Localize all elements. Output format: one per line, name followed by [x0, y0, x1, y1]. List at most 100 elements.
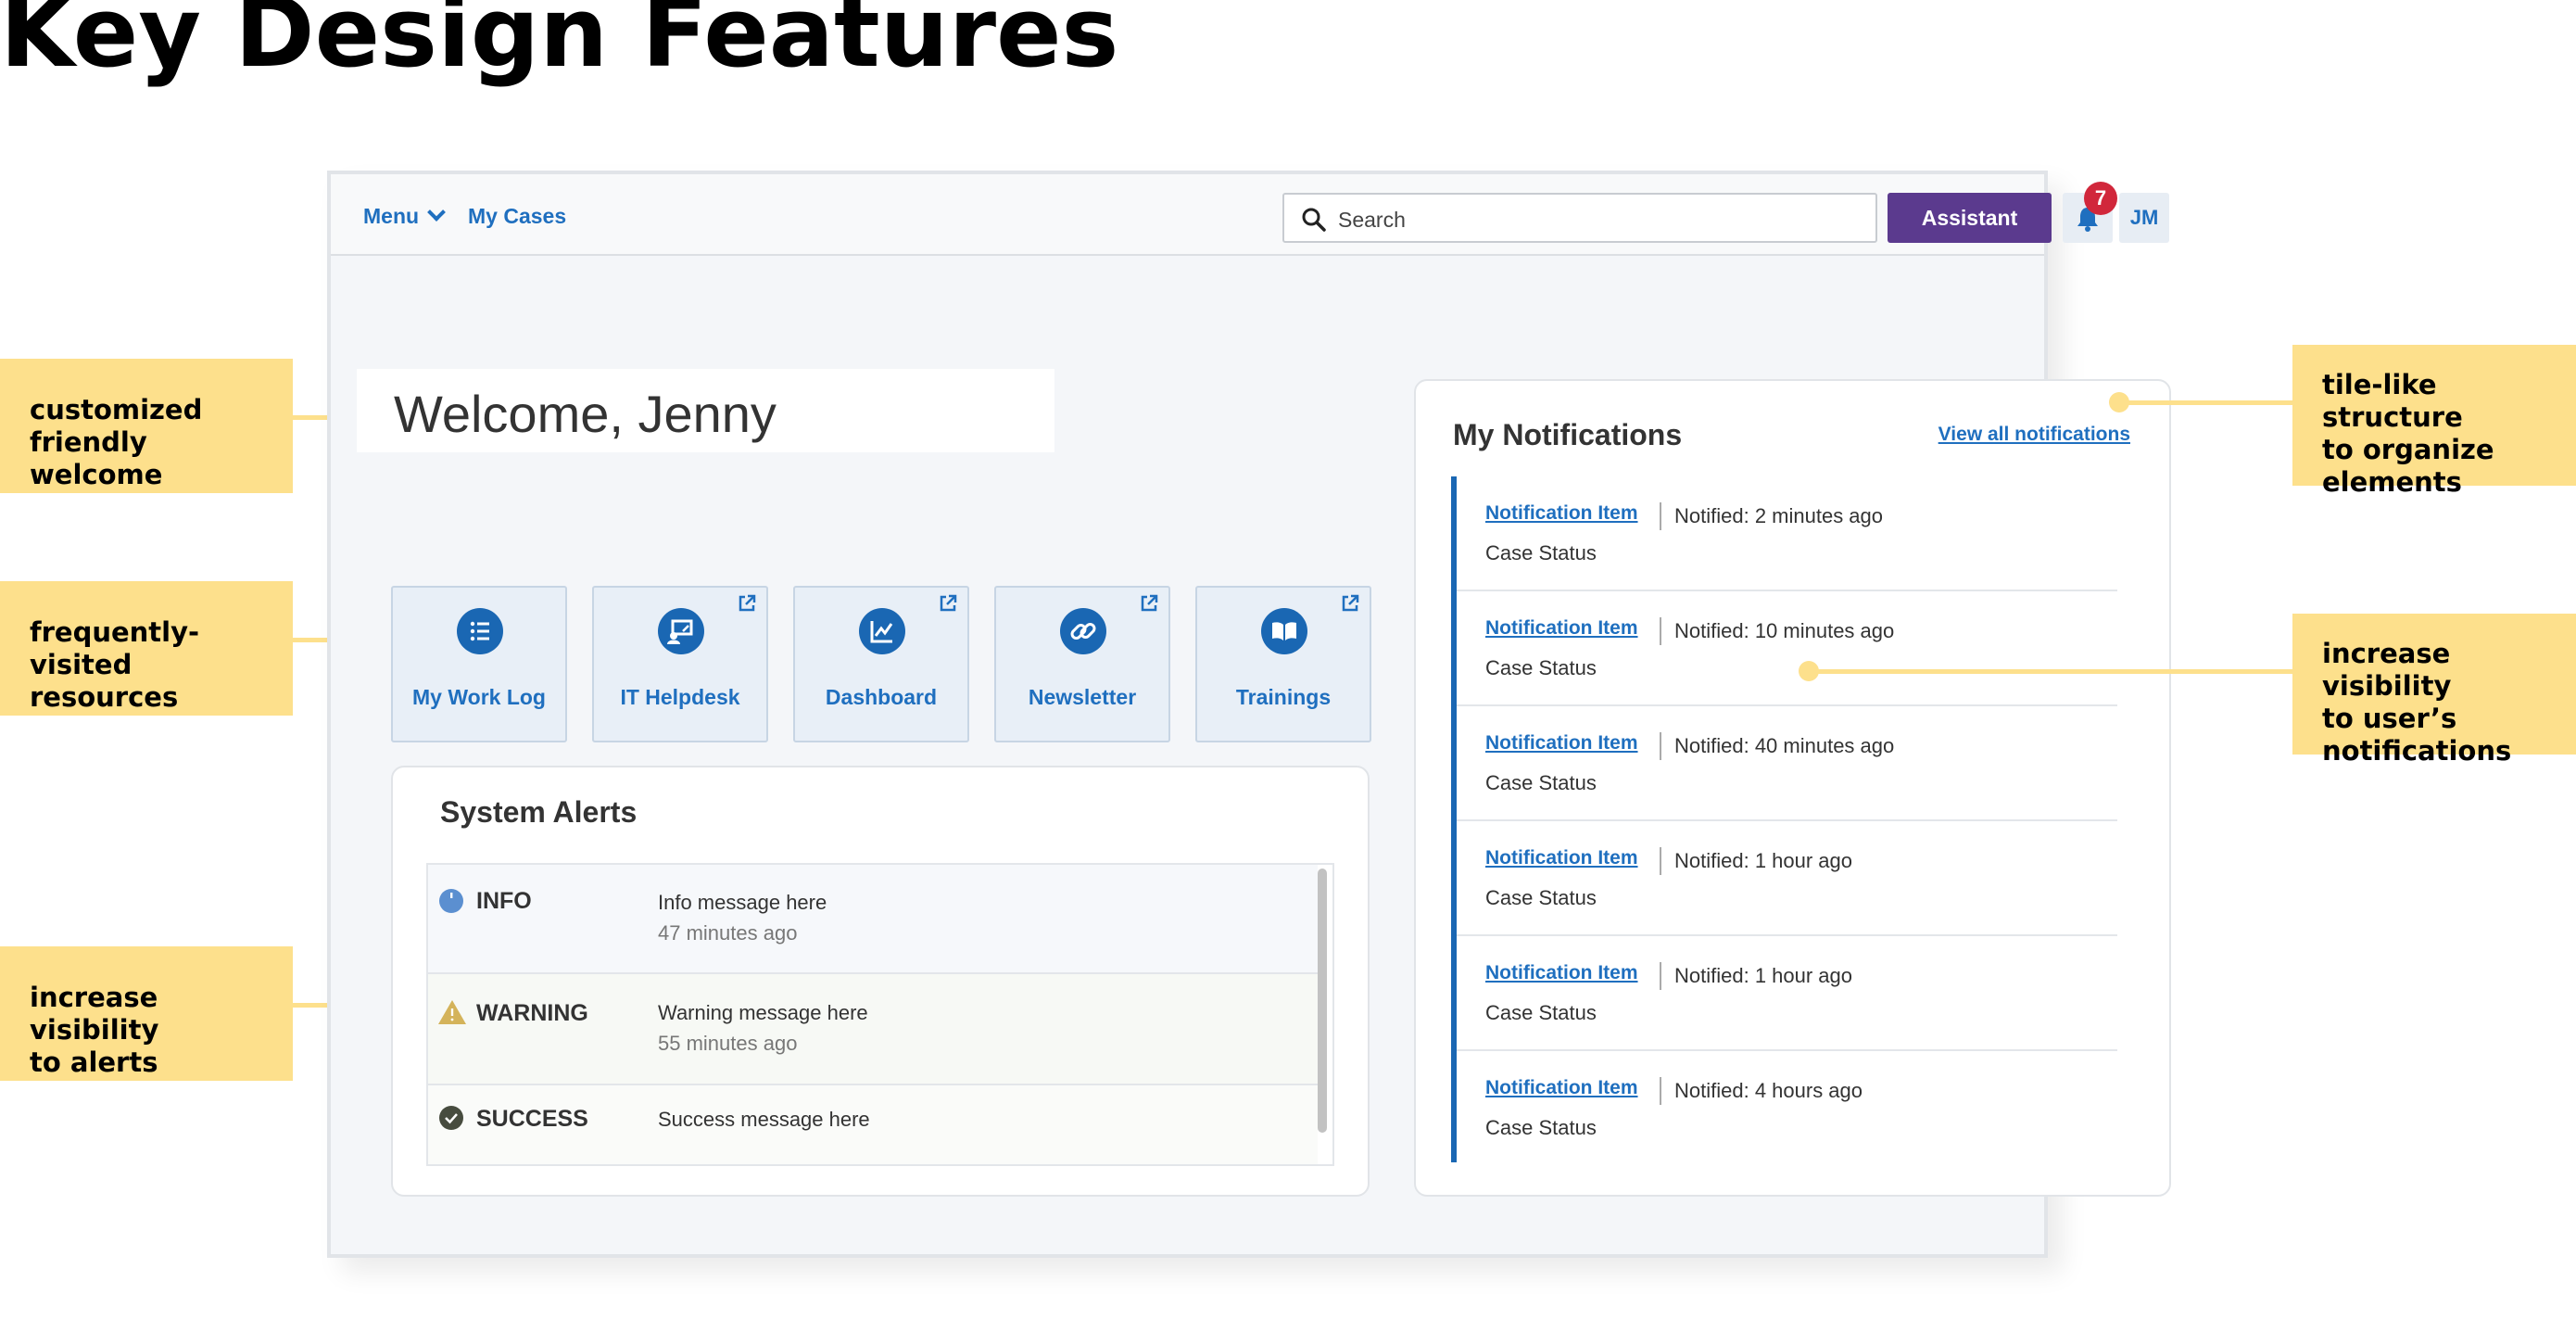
callout-text: tile-like structure to organize elements — [2322, 369, 2494, 498]
alert-message: Info message here — [658, 891, 827, 914]
user-avatar[interactable]: JM — [2119, 193, 2169, 243]
external-link-icon — [739, 594, 756, 612]
notification-link[interactable]: Notification Item — [1485, 732, 1638, 755]
external-link-icon — [1141, 594, 1158, 612]
alert-row-info: INFO Info message here 47 minutes ago — [428, 865, 1318, 974]
alert-row-warning: WARNING Warning message here 55 minutes … — [428, 974, 1318, 1085]
notification-status: Case Status — [1485, 656, 1597, 679]
alert-type: INFO — [476, 888, 532, 914]
notification-item: Notification Item Notified: 4 hours ago … — [1457, 1051, 2117, 1162]
notification-status: Case Status — [1485, 541, 1597, 564]
divider — [1660, 732, 1661, 760]
helpdesk-icon — [658, 608, 704, 654]
alerts-list[interactable]: INFO Info message here 47 minutes ago WA… — [426, 863, 1334, 1166]
callout-connector — [2118, 400, 2292, 405]
notification-item: Notification Item Notified: 2 minutes ag… — [1457, 476, 2117, 591]
callout-text: frequently-visited resources — [30, 616, 200, 713]
tile-label: Newsletter — [1028, 685, 1137, 709]
welcome-banner: Welcome, Jenny — [357, 369, 1054, 452]
notification-link[interactable]: Notification Item — [1485, 847, 1638, 869]
callout-dot — [2109, 392, 2129, 412]
notification-link[interactable]: Notification Item — [1485, 1077, 1638, 1099]
tile-my-work-log[interactable]: My Work Log — [391, 586, 567, 742]
check-icon — [439, 1106, 463, 1130]
notification-item: Notification Item Notified: 10 minutes a… — [1457, 591, 2117, 706]
notification-link[interactable]: Notification Item — [1485, 962, 1638, 984]
callout-alerts: increase visibility to alerts — [0, 946, 293, 1081]
system-alerts-title: System Alerts — [440, 795, 638, 829]
top-navigation-bar: Menu My Cases Search Assistant 7 JM — [331, 174, 2169, 256]
alert-row-success: SUCCESS Success message here — [428, 1085, 1318, 1164]
tile-label: Dashboard — [825, 685, 938, 709]
divider — [1660, 1077, 1661, 1105]
chart-icon — [859, 608, 905, 654]
notification-count-badge: 7 — [2084, 182, 2117, 215]
welcome-text: Welcome, Jenny — [394, 385, 777, 443]
menu-label: Menu — [363, 204, 420, 228]
notification-status: Case Status — [1485, 771, 1597, 794]
notification-status: Case Status — [1485, 886, 1597, 909]
search-placeholder: Search — [1338, 208, 1406, 232]
callout-notifications: increase visibility to user’s notificati… — [2292, 614, 2576, 767]
book-icon — [1261, 608, 1307, 654]
warning-icon — [438, 1000, 466, 1024]
callout-welcome: customized friendly welcome — [0, 359, 293, 493]
tile-trainings[interactable]: Trainings — [1195, 586, 1371, 742]
notification-time: Notified: 2 minutes ago — [1674, 504, 1884, 527]
info-icon — [439, 889, 463, 913]
my-cases-link[interactable]: My Cases — [468, 204, 566, 229]
link-icon — [1060, 608, 1106, 654]
divider — [1660, 962, 1661, 990]
system-alerts-panel: System Alerts INFO Info message here 47 … — [391, 766, 1370, 1197]
callout-dot — [1799, 661, 1819, 681]
notification-time: Notified: 1 hour ago — [1674, 849, 1853, 872]
notification-time: Notified: 4 hours ago — [1674, 1079, 1863, 1102]
assistant-button[interactable]: Assistant — [1888, 193, 2052, 243]
callout-text: customized friendly welcome — [30, 394, 203, 490]
divider — [1660, 617, 1661, 645]
alert-message: Success message here — [658, 1108, 870, 1131]
notification-item: Notification Item Notified: 1 hour ago C… — [1457, 821, 2117, 936]
callout-connector — [1811, 669, 2292, 674]
notifications-list[interactable]: Notification Item Notified: 2 minutes ag… — [1451, 476, 2134, 1162]
divider — [1660, 847, 1661, 875]
chevron-down-icon — [427, 203, 446, 222]
notification-item: Notification Item Notified: 1 hour ago C… — [1457, 936, 2117, 1051]
alert-type: WARNING — [476, 1000, 588, 1026]
alerts-scrollbar[interactable] — [1318, 869, 1327, 1133]
notification-time: Notified: 40 minutes ago — [1674, 734, 1895, 757]
tile-newsletter[interactable]: Newsletter — [994, 586, 1170, 742]
notifications-title: My Notifications — [1453, 418, 1683, 451]
tile-it-helpdesk[interactable]: IT Helpdesk — [592, 586, 768, 742]
notification-link[interactable]: Notification Item — [1485, 502, 1638, 525]
notifications-panel: My Notifications View all notifications … — [1414, 379, 2171, 1197]
tile-label: Trainings — [1235, 685, 1332, 709]
notification-link[interactable]: Notification Item — [1485, 617, 1638, 640]
callout-text: increase visibility to user’s notificati… — [2322, 638, 2512, 767]
alert-time: 47 minutes ago — [658, 921, 798, 945]
search-input[interactable]: Search — [1282, 193, 1877, 243]
list-icon — [457, 608, 503, 654]
alert-message: Warning message here — [658, 1001, 868, 1024]
callout-resources: frequently-visited resources — [0, 581, 293, 716]
alert-time: 55 minutes ago — [658, 1032, 798, 1055]
callout-text: increase visibility to alerts — [30, 982, 159, 1078]
alert-type: SUCCESS — [476, 1106, 588, 1132]
tile-dashboard[interactable]: Dashboard — [793, 586, 969, 742]
page-title: Key Design Features — [0, 0, 1119, 89]
notification-time: Notified: 10 minutes ago — [1674, 619, 1895, 642]
notification-status: Case Status — [1485, 1116, 1597, 1139]
tile-label: IT Helpdesk — [620, 685, 740, 709]
app-screen: Menu My Cases Search Assistant 7 JM Welc… — [327, 171, 2171, 1258]
notification-time: Notified: 1 hour ago — [1674, 964, 1853, 987]
callout-tiles: tile-like structure to organize elements — [2292, 345, 2576, 498]
menu-button[interactable]: Menu — [363, 203, 446, 229]
notification-item: Notification Item Notified: 40 minutes a… — [1457, 706, 2117, 821]
view-all-notifications-link[interactable]: View all notifications — [1938, 424, 2130, 446]
tile-label: My Work Log — [412, 685, 546, 709]
search-icon — [1302, 208, 1326, 232]
external-link-icon — [1342, 594, 1359, 612]
divider — [1660, 502, 1661, 530]
notification-status: Case Status — [1485, 1001, 1597, 1024]
external-link-icon — [940, 594, 957, 612]
